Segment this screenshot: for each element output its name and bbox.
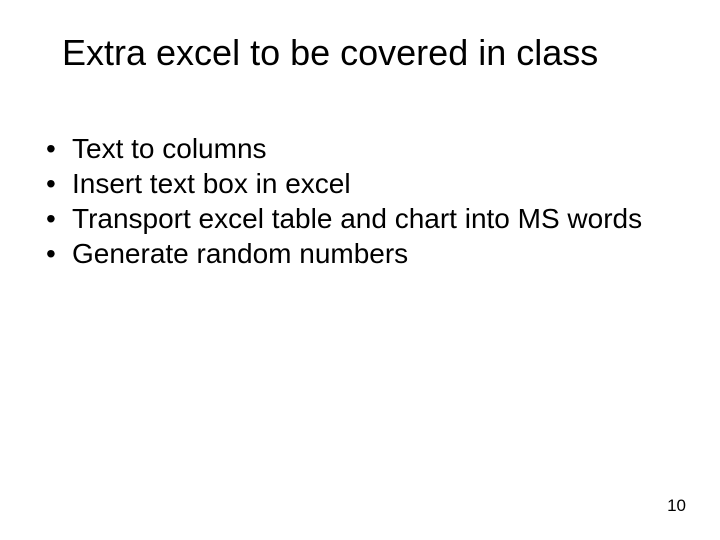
- list-item: Transport excel table and chart into MS …: [40, 202, 680, 236]
- slide-title: Extra excel to be covered in class: [62, 32, 680, 74]
- page-number: 10: [667, 496, 686, 516]
- list-item: Text to columns: [40, 132, 680, 166]
- list-item: Insert text box in excel: [40, 167, 680, 201]
- list-item: Generate random numbers: [40, 237, 680, 271]
- slide-container: Extra excel to be covered in class Text …: [0, 0, 720, 540]
- bullet-list: Text to columns Insert text box in excel…: [40, 132, 680, 272]
